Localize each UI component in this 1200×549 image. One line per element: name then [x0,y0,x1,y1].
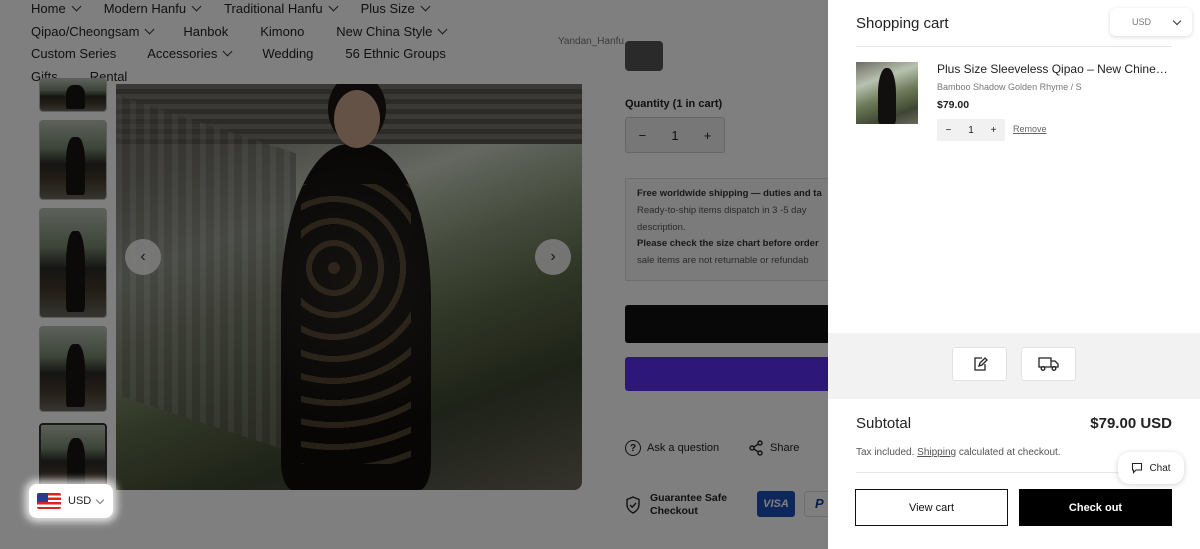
chat-label: Chat [1149,462,1171,474]
cart-item-title[interactable]: Plus Size Sleeveless Qipao – New Chinese… [937,62,1172,76]
chevron-down-icon [1172,16,1182,25]
cart-item-quantity[interactable]: 1 [968,125,974,136]
shipping-link[interactable]: Shipping [917,447,956,458]
cart-tools [828,333,1200,399]
chat-button[interactable]: Chat [1118,452,1184,484]
chat-bubble-icon [1132,462,1143,474]
cart-item-quantity-stepper: − 1 + [937,119,1005,141]
us-flag-icon [37,493,61,509]
subtotal-value: $79.00 USD [1090,415,1172,432]
shipping-estimate-button[interactable] [1021,347,1076,381]
view-cart-button[interactable]: View cart [855,489,1008,526]
tax-prefix: Tax included. [856,447,915,458]
checkout-button[interactable]: Check out [1019,489,1172,526]
decrease-quantity-button[interactable]: − [945,125,951,136]
order-note-button[interactable] [952,347,1007,381]
drawer-backdrop[interactable] [0,0,828,549]
cart-item-variant: Bamboo Shadow Golden Rhyme / S [937,82,1082,92]
cart-item-image[interactable] [856,62,918,124]
subtotal-label: Subtotal [856,415,912,432]
cart-currency-label: USD [1132,17,1152,27]
cart-currency-selector[interactable]: USD [1110,8,1192,36]
cart-drawer: Shopping cart USD Plus Size Sleeveless Q… [828,0,1200,549]
truck-icon [1037,357,1059,371]
tax-note: Tax included. Shipping calculated at che… [856,447,1061,458]
currency-selector[interactable]: USD [29,484,113,518]
page: Home Modern Hanfu Traditional Hanfu Plus… [0,0,1200,549]
increase-quantity-button[interactable]: + [991,125,997,136]
chevron-down-icon [95,495,105,504]
currency-label: USD [68,495,92,507]
edit-note-icon [973,357,988,371]
tax-suffix: calculated at checkout. [958,447,1061,458]
remove-item-link[interactable]: Remove [1013,124,1047,134]
cart-title: Shopping cart [856,15,949,32]
cart-item-price: $79.00 [937,99,970,111]
divider [856,46,1172,47]
